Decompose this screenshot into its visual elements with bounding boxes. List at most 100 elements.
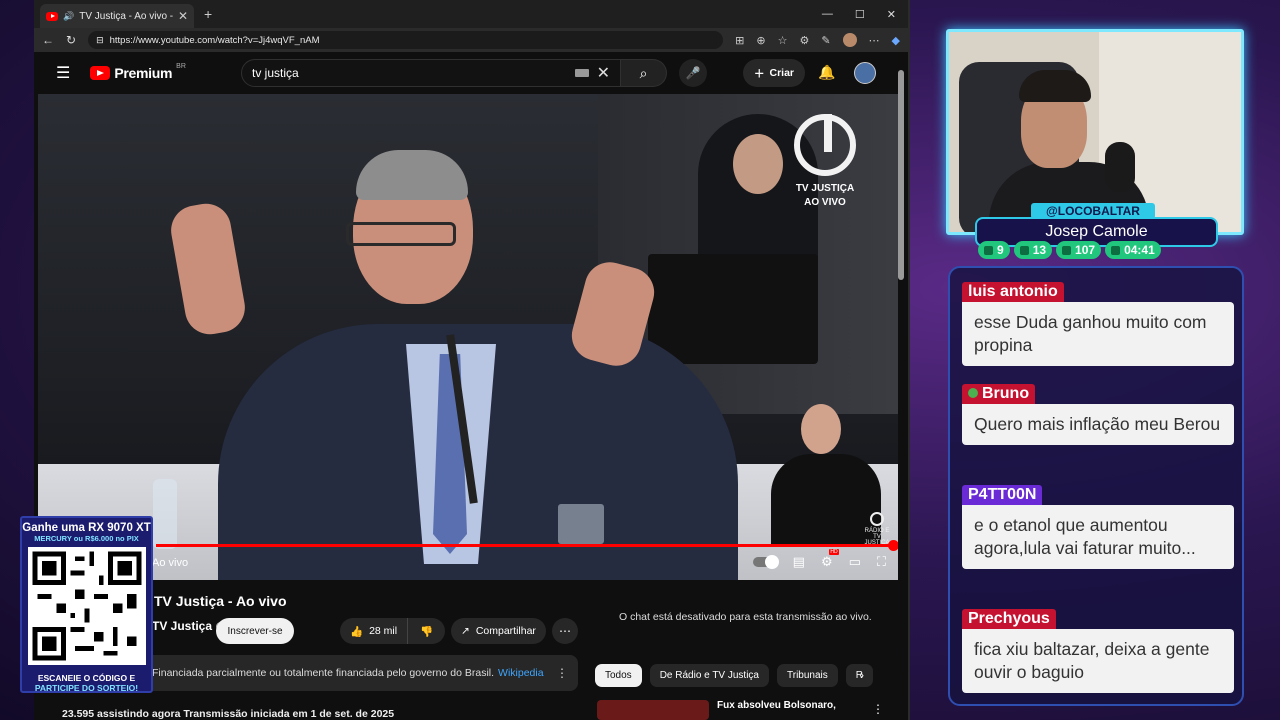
chat-message: Bruno Quero mais inflação meu Berou xyxy=(962,384,1234,445)
chips-next-icon[interactable]: › xyxy=(860,668,864,682)
share-icon: ↗ xyxy=(461,625,470,637)
search-input[interactable]: tv justiça ✕ xyxy=(241,59,621,87)
autoplay-toggle[interactable] xyxy=(752,555,779,569)
search-value: tv justiça xyxy=(252,66,299,80)
radio-tv-logo: RÁDIO E TV JUSTIÇA xyxy=(862,512,892,546)
fullscreen-icon[interactable]: ⛶ xyxy=(877,554,886,570)
refresh-icon[interactable]: ↻ xyxy=(66,33,76,47)
chip-tribunais[interactable]: Tribunais xyxy=(777,664,838,687)
create-button[interactable]: ＋ Criar xyxy=(743,59,805,87)
twitch-icon xyxy=(984,245,993,255)
thumbs-up-icon: 👍 xyxy=(350,625,364,638)
url-field[interactable]: ⊟ https://www.youtube.com/watch?v=Jj4wqV… xyxy=(88,31,724,49)
stat-youtube: 13 xyxy=(1013,241,1053,259)
recommended-more-icon[interactable]: ⋮ xyxy=(872,702,884,716)
chat-username-text: Bruno xyxy=(982,385,1030,402)
channel-name-text: TV Justiça xyxy=(152,619,213,633)
clear-search-icon[interactable]: ✕ xyxy=(597,63,610,83)
like-button[interactable]: 👍 28 mil xyxy=(340,618,409,644)
minimize-button[interactable]: — xyxy=(822,8,833,21)
youtube-favicon-icon xyxy=(46,11,58,21)
site-info-icon[interactable]: ⊟ xyxy=(96,35,104,46)
back-icon[interactable]: ← xyxy=(42,33,54,47)
settings-gear-icon[interactable]: ⚙ xyxy=(821,549,839,570)
dislike-button[interactable]: 👎 xyxy=(408,618,445,644)
sponsor-footer-2: PARTICIPE DO SORTEIO! xyxy=(34,683,139,693)
keyboard-icon[interactable] xyxy=(574,69,589,77)
water-bottle xyxy=(153,479,177,549)
wikipedia-link[interactable]: Wikipedia xyxy=(498,667,544,679)
apps-icon[interactable]: ⊞ xyxy=(735,34,744,47)
recommendation-chips: Todos De Rádio e TV Justiça Tribunais R xyxy=(595,664,873,687)
browser-tab[interactable]: 🔊 TV Justiça - Ao vivo - YouTube ✕ xyxy=(40,4,194,28)
microphone-icon: 🎤 xyxy=(685,66,701,80)
logo-region: BR xyxy=(176,63,186,70)
chat-text: Quero mais inflação meu Berou xyxy=(962,404,1234,445)
subtitles-icon[interactable]: ▤ xyxy=(793,554,805,570)
progress-bar[interactable] xyxy=(156,540,898,551)
collections-icon[interactable]: ✎ xyxy=(821,34,830,47)
search-icon: ⌕ xyxy=(639,64,648,81)
streamer-hair xyxy=(1019,70,1091,102)
tv-justica-logo-icon xyxy=(794,114,856,176)
share-button[interactable]: ↗ Compartilhar xyxy=(451,618,546,644)
scrollbar-thumb[interactable] xyxy=(898,70,904,280)
favorite-star-icon[interactable]: ☆ xyxy=(778,34,788,47)
account-avatar[interactable] xyxy=(854,62,876,84)
qr-code xyxy=(27,547,146,665)
chat-text: esse Duda ganhou muito com propina xyxy=(962,302,1234,366)
plus-icon: ＋ xyxy=(753,67,765,80)
recommended-video[interactable]: Fux absolveu Bolsonaro, xyxy=(597,700,836,720)
zoom-icon[interactable]: ⊕ xyxy=(756,34,765,47)
subscribe-button[interactable]: Inscrever-se xyxy=(216,618,294,644)
player-controls: Ao vivo ▤ ⚙ ▭ ⛶ xyxy=(38,549,898,580)
info-more-icon[interactable]: ⋮ xyxy=(556,666,568,680)
chat-message: P4TT00N e o etanol que aumentou agora,lu… xyxy=(962,485,1234,569)
stream-chat-overlay: luis antonio esse Duda ganhou muito com … xyxy=(948,266,1244,706)
menu-dots-icon[interactable]: ⋯ xyxy=(869,34,880,47)
sponsor-footer-1: ESCANEIE O CÓDIGO E xyxy=(37,673,136,683)
chip-radio-tv-justica[interactable]: De Rádio e TV Justiça xyxy=(649,664,769,687)
theater-mode-icon[interactable]: ▭ xyxy=(849,554,861,570)
chip-all[interactable]: Todos xyxy=(595,664,642,687)
chat-disabled-message: O chat está desativado para esta transmi… xyxy=(619,611,872,623)
tab-title: TV Justiça - Ao vivo - YouTube xyxy=(79,10,173,22)
sponsor-subline: MERCURY ou R$6.000 no PIX xyxy=(34,534,139,543)
chat-message: Prechyous fica xiu baltazar, deixa a gen… xyxy=(962,609,1234,693)
funding-info-panel: Financiada parcialmente ou totalmente fi… xyxy=(94,655,578,691)
tab-close-icon[interactable]: ✕ xyxy=(178,9,188,23)
search-bar: tv justiça ✕ ⌕ xyxy=(241,59,667,87)
more-actions-button[interactable]: ⋯ xyxy=(552,618,578,644)
stat-twitch: 9 xyxy=(978,241,1010,259)
stat-value: 13 xyxy=(1032,243,1047,257)
profile-avatar[interactable] xyxy=(842,33,857,47)
chat-text: e o etanol que aumentou agora,lula vai f… xyxy=(962,505,1234,569)
chat-message: luis antonio esse Duda ganhou muito com … xyxy=(962,282,1234,366)
new-tab-button[interactable]: + xyxy=(204,6,212,22)
page-scrollbar[interactable] xyxy=(898,60,904,710)
radio-tv-logo-icon xyxy=(870,512,884,526)
live-indicator[interactable]: Ao vivo xyxy=(152,557,188,569)
copilot-icon[interactable]: ◆ xyxy=(892,34,900,47)
notifications-bell-icon[interactable]: 🔔 xyxy=(818,64,835,81)
video-player[interactable]: TV JUSTIÇA AO VIVO RÁDIO E TV JUSTIÇA Ao… xyxy=(38,94,898,580)
channel-name[interactable]: TV Justiça xyxy=(152,619,226,633)
youtube-logo[interactable]: Premium BR xyxy=(90,63,186,81)
extensions-icon[interactable]: ⚙ xyxy=(799,34,809,47)
thumbs-down-icon: 👎 xyxy=(420,625,434,638)
url-text: https://www.youtube.com/watch?v=Jj4wqVF_… xyxy=(109,34,320,46)
stat-uptime: 04:41 xyxy=(1105,241,1161,259)
watermark-live: AO VIVO xyxy=(804,197,846,208)
close-window-button[interactable]: ✕ xyxy=(887,8,896,21)
sponsor-headline: Ganhe uma RX 9070 XT xyxy=(22,522,151,534)
speaker-icon[interactable]: 🔊 xyxy=(63,11,74,22)
youtube-play-logo-icon xyxy=(90,66,111,80)
clock-icon xyxy=(1111,245,1121,255)
streamer-handle: @LOCOBALTAR xyxy=(1031,203,1155,219)
maximize-button[interactable]: ☐ xyxy=(855,8,865,21)
watermark-brand: TV JUSTIÇA xyxy=(795,183,855,194)
chat-username: Bruno xyxy=(962,384,1036,404)
search-button[interactable]: ⌕ xyxy=(621,59,667,87)
hamburger-menu-icon[interactable]: ☰ xyxy=(56,63,70,83)
voice-search-button[interactable]: 🎤 xyxy=(679,59,707,87)
